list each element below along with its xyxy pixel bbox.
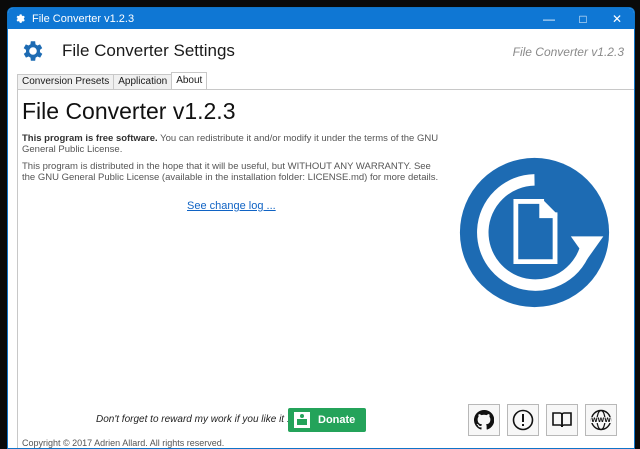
exclamation-icon <box>512 409 534 431</box>
app-gear-icon <box>14 13 26 25</box>
close-button[interactable]: ✕ <box>600 8 634 29</box>
donate-button[interactable]: Donate <box>288 408 366 432</box>
donate-icon <box>294 412 310 428</box>
warranty-paragraph: This program is distributed in the hope … <box>22 161 439 183</box>
tab-conversion-presets[interactable]: Conversion Presets <box>17 74 115 89</box>
version-label: File Converter v1.2.3 <box>512 45 624 59</box>
file-refresh-logo <box>459 157 610 308</box>
settings-title: File Converter Settings <box>62 41 235 60</box>
donate-label: Donate <box>318 414 356 426</box>
about-panel: File Converter v1.2.3 This program is fr… <box>17 89 634 448</box>
tab-about[interactable]: About <box>171 72 208 89</box>
free-software-paragraph: This program is free software. You can r… <box>22 133 442 155</box>
app-window: File Converter v1.2.3 — □ ✕ File Convert… <box>7 7 635 449</box>
github-icon <box>474 410 494 430</box>
tab-application[interactable]: Application <box>113 74 173 89</box>
reward-text: Don't forget to reward my work if you li… <box>96 414 293 425</box>
documentation-button[interactable] <box>546 404 578 436</box>
www-icon: WWW <box>590 409 611 431</box>
free-software-bold: This program is free software. <box>22 133 158 144</box>
settings-header: File Converter Settings File Converter v… <box>8 29 634 73</box>
title-bar[interactable]: File Converter v1.2.3 — □ ✕ <box>8 8 634 29</box>
website-button[interactable]: WWW <box>585 404 617 436</box>
issues-button[interactable] <box>507 404 539 436</box>
github-button[interactable] <box>468 404 500 436</box>
book-icon <box>552 412 572 428</box>
copyright-text: Copyright © 2017 Adrien Allard. All righ… <box>22 438 225 448</box>
gear-icon <box>23 41 43 61</box>
svg-text:WWW: WWW <box>591 417 611 424</box>
about-title: File Converter v1.2.3 <box>22 98 236 124</box>
window-title: File Converter v1.2.3 <box>32 12 135 25</box>
maximize-button[interactable]: □ <box>566 8 600 29</box>
changelog-link[interactable]: See change log ... <box>187 200 276 212</box>
tab-strip: Conversion Presets Application About <box>17 72 208 89</box>
minimize-button[interactable]: — <box>532 8 566 29</box>
